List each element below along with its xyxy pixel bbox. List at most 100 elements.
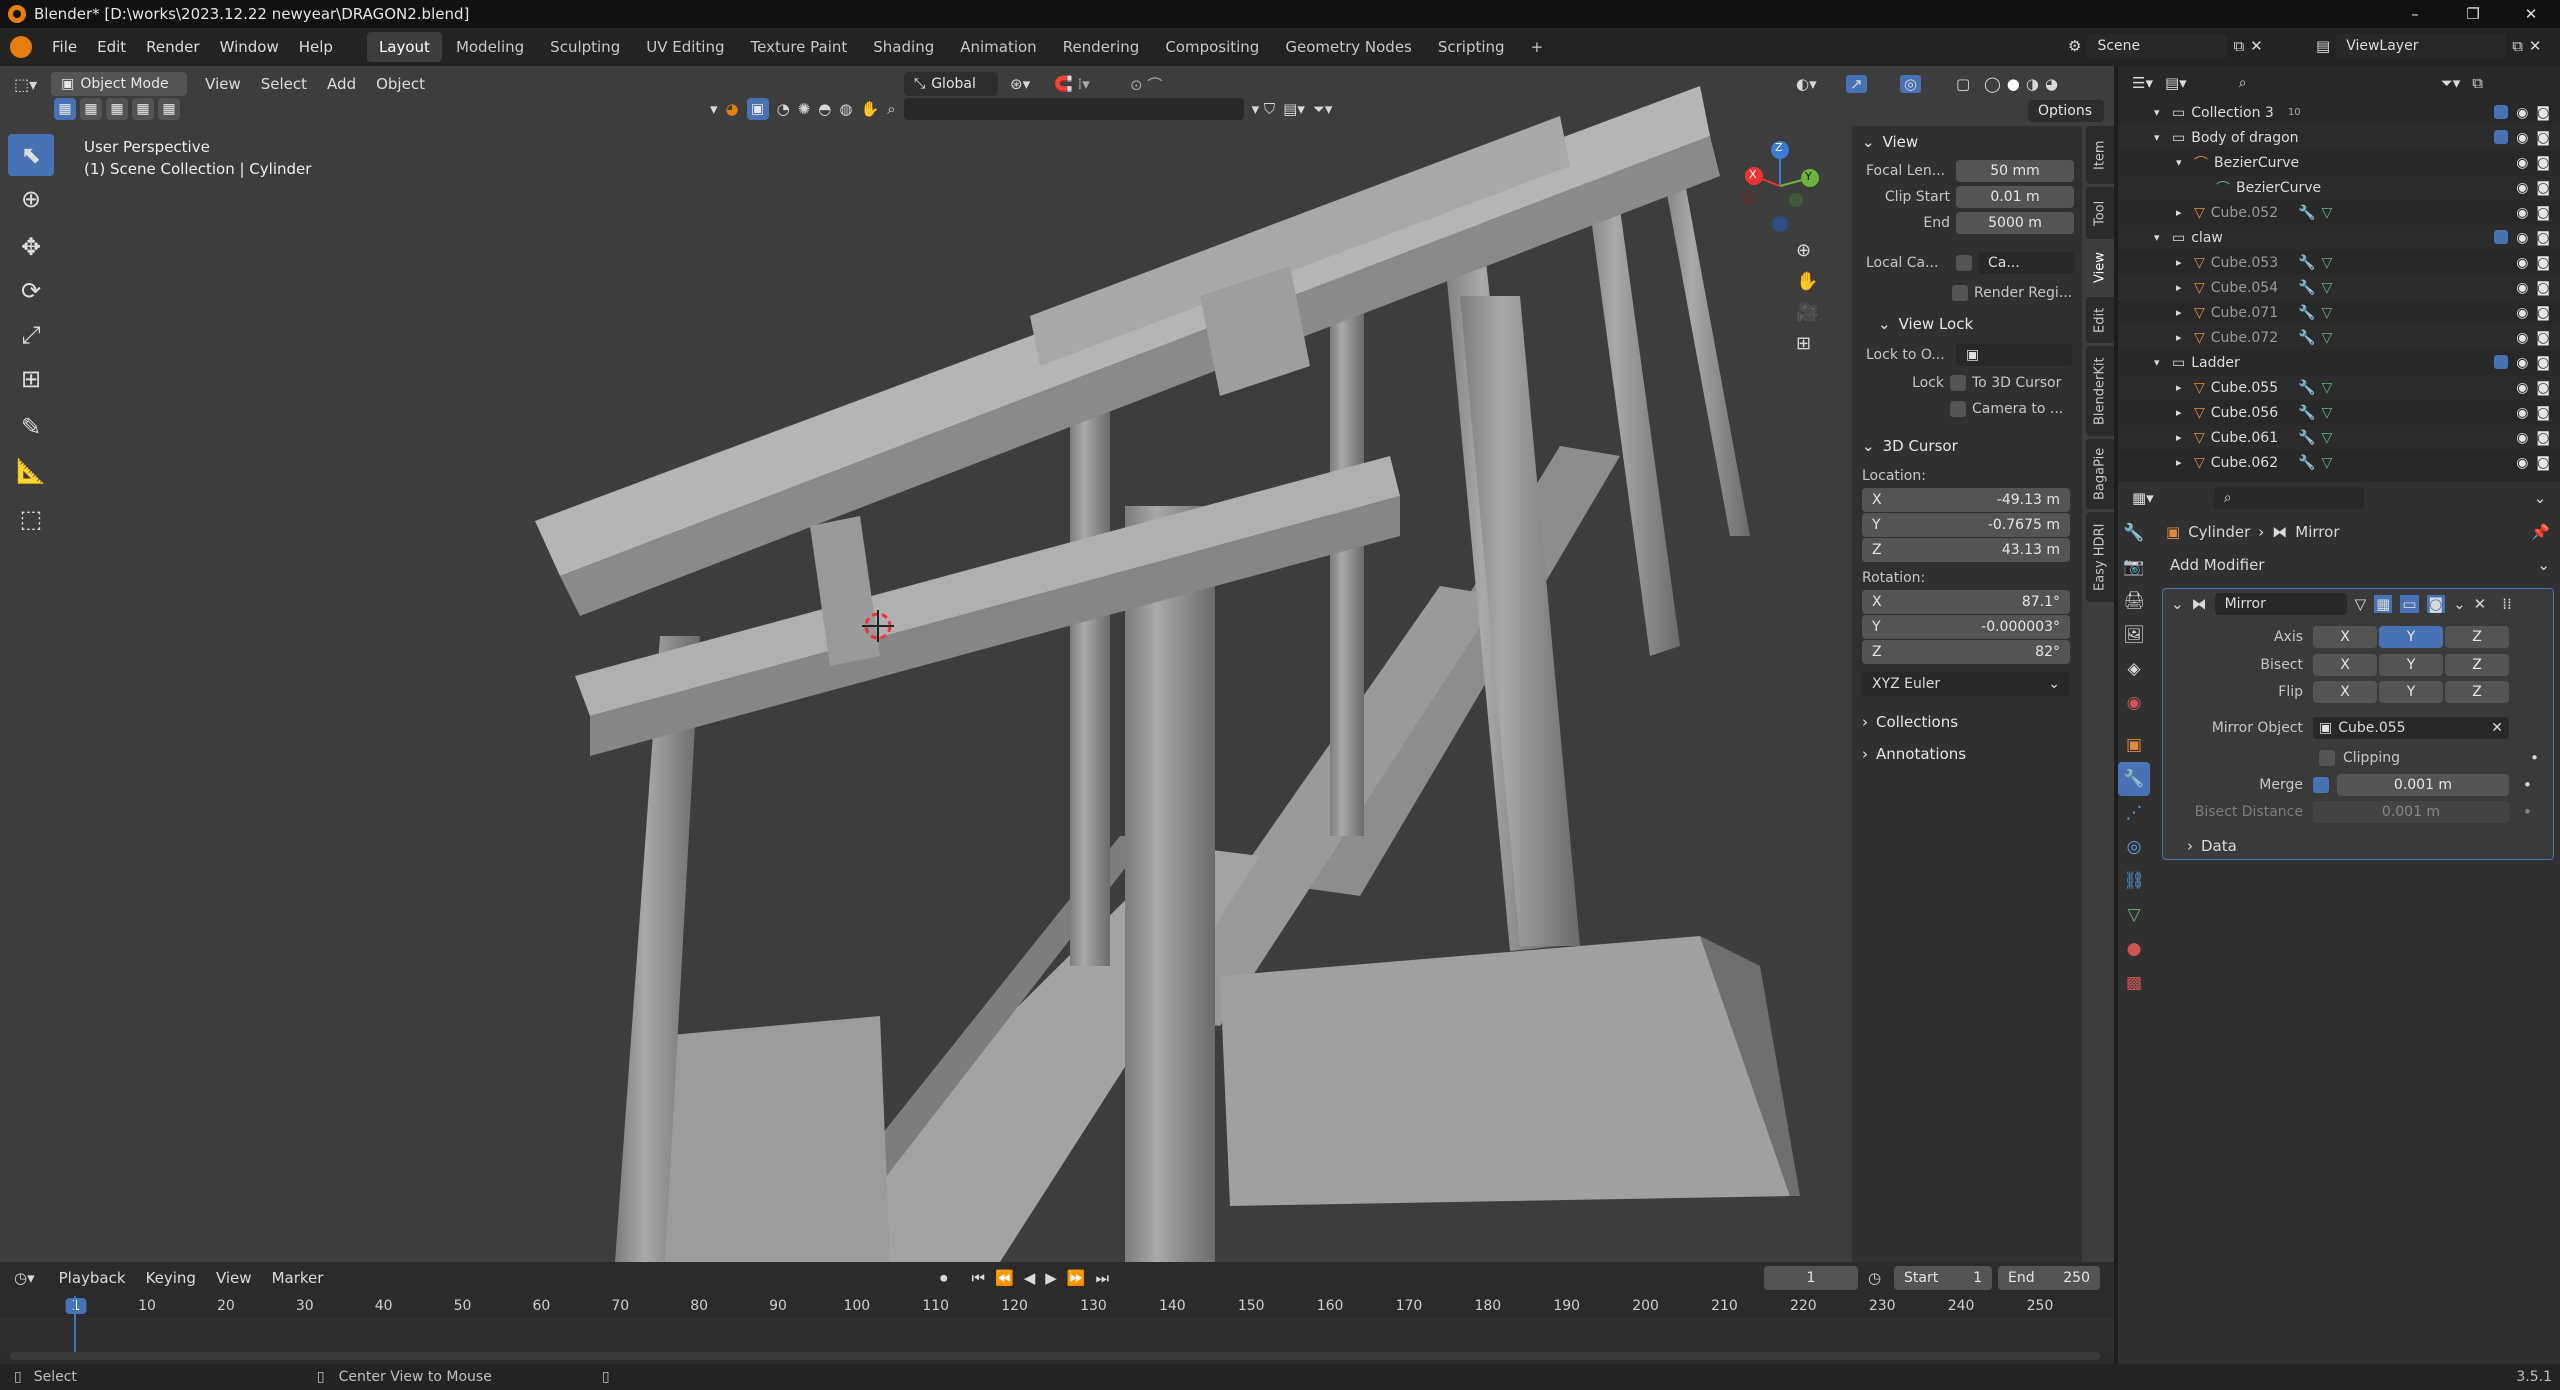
render-camera-icon[interactable]: ◙ bbox=[2536, 355, 2550, 371]
view-section-header[interactable]: ⌄ View bbox=[1852, 126, 2082, 158]
modifier-wrench-icon[interactable]: 🔧 bbox=[2298, 380, 2315, 396]
tab-item[interactable]: Item bbox=[2086, 126, 2114, 184]
camera-filter-icon[interactable]: ◓ bbox=[818, 100, 831, 118]
render-camera-icon[interactable]: ◙ bbox=[2536, 280, 2550, 296]
cage-toggle-icon[interactable]: ▦ bbox=[2374, 595, 2393, 613]
cursor-location-x[interactable]: X -49.13 m bbox=[1862, 488, 2070, 512]
timeline-scrollbar[interactable] bbox=[10, 1352, 2100, 1360]
playhead-line[interactable] bbox=[74, 1296, 76, 1354]
focal-length-field[interactable]: 50 mm bbox=[1956, 160, 2074, 182]
preview-range-icon[interactable]: ◷ bbox=[1868, 1269, 1881, 1287]
color-icon[interactable]: ◕ bbox=[726, 100, 739, 118]
frame-ruler[interactable]: 1 10 20 30 40 50 60 70 80 90 100 110 120 130 140 150 160… bbox=[0, 1296, 2114, 1318]
axis-z-button[interactable]: Z bbox=[2445, 626, 2509, 648]
mesh-data-icon[interactable]: ▽ bbox=[2322, 255, 2333, 271]
render-toggle-icon[interactable]: ◙ bbox=[2426, 595, 2446, 613]
render-camera-icon[interactable]: ◙ bbox=[2536, 205, 2550, 221]
scale-tool-icon[interactable]: ⤢ bbox=[8, 314, 54, 356]
modifier-wrench-icon[interactable]: 🔧 bbox=[2298, 255, 2315, 271]
move-tool-icon[interactable]: ✥ bbox=[8, 226, 54, 268]
play-reverse-icon[interactable]: ◀ bbox=[1024, 1269, 1036, 1287]
prev-keyframe-icon[interactable]: ⏪ bbox=[995, 1269, 1014, 1287]
solid-shading-icon[interactable]: ● bbox=[2007, 75, 2020, 93]
outliner-row[interactable]: ▸ ▽ Cube.061 🔧 ▽ ◉ ◙ bbox=[2118, 425, 2560, 450]
local-camera-checkbox[interactable] bbox=[1956, 255, 1972, 271]
add-cube-tool-icon[interactable]: ⬚ bbox=[8, 498, 54, 540]
mesh-data-icon[interactable]: ▽ bbox=[2322, 280, 2333, 296]
outliner-row[interactable]: ⌒ BezierCurve ◉ ◙ bbox=[2118, 175, 2560, 200]
navigation-gizmo[interactable]: Z Y X bbox=[1734, 136, 1826, 236]
remove-modifier-icon[interactable]: ✕ bbox=[2474, 595, 2487, 613]
ortho-grid-icon[interactable]: ⊞ bbox=[1796, 333, 1818, 354]
physics-tab-icon[interactable]: ◎ bbox=[2118, 830, 2150, 864]
expand-arrow-icon[interactable]: ▾ bbox=[2154, 231, 2168, 244]
data-subpanel-header[interactable]: › Data bbox=[2163, 831, 2553, 861]
tab-sculpting[interactable]: Sculpting bbox=[538, 32, 632, 62]
rotate-tool-icon[interactable]: ⟳ bbox=[8, 270, 54, 312]
eye-icon[interactable]: ◉ bbox=[2516, 380, 2528, 396]
menu-help[interactable]: Help bbox=[289, 38, 343, 56]
expand-arrow-icon[interactable]: ▸ bbox=[2176, 331, 2190, 344]
next-keyframe-icon[interactable]: ⏩ bbox=[1067, 1269, 1086, 1287]
start-frame-field[interactable]: Start 1 bbox=[1894, 1266, 1992, 1290]
expand-arrow-icon[interactable]: ▾ bbox=[2176, 156, 2190, 169]
display-mode-icon[interactable]: ▤▾ bbox=[2165, 74, 2187, 92]
render-region-checkbox[interactable] bbox=[1952, 285, 1968, 301]
eye-icon[interactable]: ◉ bbox=[2516, 355, 2528, 371]
cursor-rotation-x[interactable]: X 87.1° bbox=[1862, 590, 2070, 614]
expand-arrow-icon[interactable]: ▸ bbox=[2176, 256, 2190, 269]
timeline-menu-view[interactable]: View bbox=[206, 1269, 262, 1287]
exclude-checkbox[interactable] bbox=[2494, 129, 2509, 144]
outliner-row[interactable]: ▾ ▭ Ladder ◉ ◙ bbox=[2118, 350, 2560, 375]
remove-scene-icon[interactable]: ✕ bbox=[2250, 37, 2263, 55]
mirror-object-field[interactable]: ▣ Cube.055 ✕ bbox=[2313, 717, 2509, 739]
material-tab-icon[interactable]: ● bbox=[2118, 932, 2150, 966]
empty-filter-icon[interactable]: ◍ bbox=[839, 100, 852, 118]
viewport-menu-object[interactable]: Object bbox=[366, 75, 435, 93]
menu-window[interactable]: Window bbox=[210, 38, 289, 56]
eye-icon[interactable]: ◉ bbox=[2516, 455, 2528, 471]
outliner-row[interactable]: ▸ ▽ Cube.062 🔧 ▽ ◉ ◙ bbox=[2118, 450, 2560, 475]
eye-icon[interactable]: ◉ bbox=[2516, 430, 2528, 446]
render-camera-icon[interactable]: ◙ bbox=[2536, 230, 2550, 246]
tab-view[interactable]: View bbox=[2086, 242, 2114, 294]
current-frame-field[interactable]: 1 bbox=[1764, 1266, 1858, 1290]
bisect-keyframe-icon[interactable]: • bbox=[2523, 803, 2532, 821]
mesh-data-icon[interactable]: ▽ bbox=[2322, 405, 2333, 421]
outliner-editor-icon[interactable]: ☰▾ bbox=[2132, 74, 2153, 92]
filter-dropdown-icon[interactable]: ▾ bbox=[710, 100, 718, 118]
axis-y-button[interactable]: Y bbox=[2379, 626, 2443, 648]
modifier-wrench-icon[interactable]: 🔧 bbox=[2298, 280, 2315, 296]
expand-arrow-icon[interactable]: ▾ bbox=[2154, 106, 2168, 119]
scene-field[interactable]: Scene bbox=[2087, 34, 2228, 58]
particles-tab-icon[interactable]: ⋰ bbox=[2118, 796, 2150, 830]
exclude-checkbox[interactable] bbox=[2494, 354, 2509, 369]
merge-checkbox[interactable] bbox=[2313, 777, 2329, 793]
merge-distance-field[interactable]: 0.001 m bbox=[2337, 774, 2509, 796]
cursor-rotation-y[interactable]: Y -0.000003° bbox=[1862, 615, 2070, 639]
local-camera-field[interactable]: Ca... bbox=[1978, 252, 2074, 274]
wireframe-shading-icon[interactable]: ◯ bbox=[1984, 75, 2001, 93]
cursor-location-y[interactable]: Y -0.7675 m bbox=[1862, 513, 2070, 537]
outliner-row[interactable]: ▸ ▽ Cube.052 🔧 ▽ ◉ ◙ bbox=[2118, 200, 2560, 225]
funnel-icon[interactable]: ⏷▾ bbox=[1313, 100, 1333, 118]
expand-arrow-icon[interactable]: ▸ bbox=[2176, 206, 2190, 219]
outliner-row[interactable]: ▸ ▽ Cube.053 🔧 ▽ ◉ ◙ bbox=[2118, 250, 2560, 275]
modifier-wrench-icon[interactable]: 🔧 bbox=[2298, 430, 2315, 446]
modifier-wrench-icon[interactable]: 🔧 bbox=[2298, 405, 2315, 421]
end-frame-field[interactable]: End 250 bbox=[1998, 1266, 2100, 1290]
properties-menu-icon[interactable]: ⌄ bbox=[2534, 489, 2547, 507]
timeline-menu-keying[interactable]: Keying bbox=[136, 1269, 206, 1287]
exclude-checkbox[interactable] bbox=[2494, 104, 2509, 119]
bisect-y-button[interactable]: Y bbox=[2379, 653, 2443, 676]
render-camera-icon[interactable]: ◙ bbox=[2536, 130, 2550, 146]
flip-x-button[interactable]: X bbox=[2313, 680, 2377, 703]
collections-header[interactable]: › Collections bbox=[1852, 706, 2082, 738]
add-modifier-button[interactable]: Add Modifier ⌄ bbox=[2160, 550, 2560, 580]
eye-icon[interactable]: ◉ bbox=[2516, 105, 2528, 121]
render-camera-icon[interactable]: ◙ bbox=[2536, 380, 2550, 396]
modifier-wrench-icon[interactable]: 🔧 bbox=[2298, 330, 2315, 346]
expand-arrow-icon[interactable]: ▾ bbox=[2154, 131, 2168, 144]
render-camera-icon[interactable]: ◙ bbox=[2536, 430, 2550, 446]
axis-x-button[interactable]: X bbox=[2313, 626, 2377, 648]
